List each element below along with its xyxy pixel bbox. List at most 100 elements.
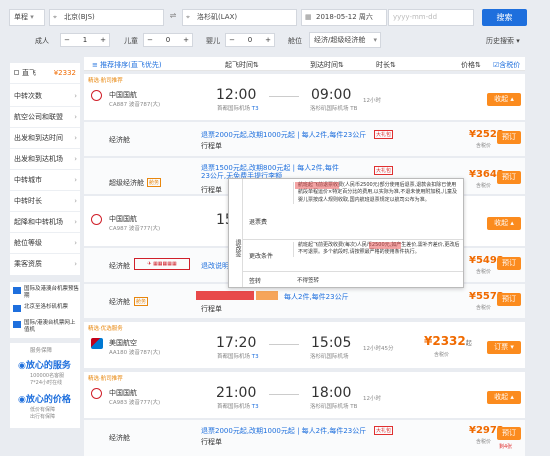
cabin-select[interactable]: 经济/超级经济舱 ▾: [309, 32, 381, 48]
search-button[interactable]: 搜索: [482, 9, 527, 26]
flight-tag: 精选·优选服务: [88, 326, 123, 332]
duration: 12小时: [363, 396, 381, 402]
book-label: 预订: [502, 429, 516, 437]
collapse-label: 收起: [494, 219, 509, 227]
sort-arrow-icon: ⇅: [253, 61, 259, 69]
adult-stepper[interactable]: − 1 +: [60, 33, 110, 47]
sort-arrive-label: 到达时间: [310, 61, 338, 69]
sort-arrow-icon: ⇅: [390, 61, 396, 69]
refund-explain-link[interactable]: 退改说明: [201, 261, 229, 271]
chevron-up-icon: ▴: [510, 219, 514, 227]
sort-recommend[interactable]: ≡ 推荐排序(直飞优先): [92, 60, 162, 70]
chevron-up-icon: ▴: [510, 95, 514, 103]
to-city-input[interactable]: ⌖ 洛杉矶(LAX): [182, 9, 297, 26]
air-china-logo-icon: [91, 90, 102, 101]
arrive-time: 09:00: [311, 87, 352, 103]
minus-icon[interactable]: −: [226, 36, 238, 44]
book-button[interactable]: 预订: [497, 131, 521, 144]
filter-cabin-class[interactable]: 舱位等级 ›: [10, 233, 80, 254]
chevron-down-icon: ▾: [373, 36, 377, 44]
promo-link[interactable]: 国际/港澳台机票网上值机: [13, 320, 79, 338]
cabin-label: 舱位: [288, 37, 302, 45]
history-search-link[interactable]: 历史搜索 ▾: [486, 36, 520, 46]
filter-label: 中转城市: [14, 176, 42, 184]
tax-note: 含税价: [476, 183, 492, 189]
svc2-sub1: 低价有保障: [30, 407, 56, 413]
plus-icon[interactable]: +: [180, 36, 192, 44]
book-button[interactable]: 预订: [497, 257, 521, 270]
arrive-terminal: TB: [350, 106, 358, 112]
airline-name: 中国国航: [109, 389, 137, 397]
tax-note: 含税价: [476, 439, 492, 445]
fare-row: 经济舱 退票2000元起,改期1000元起 | 每人2件,每件23公斤 大礼包 …: [84, 420, 525, 456]
chevron-down-icon: ▾: [516, 37, 520, 45]
ticket-icon: [13, 287, 21, 294]
collapse-button[interactable]: 收起 ▴: [487, 93, 521, 106]
filter-passenger-type[interactable]: 乘客资质 ›: [10, 254, 80, 275]
filter-transfer-duration[interactable]: 中转时长 ›: [10, 191, 80, 212]
sort-arrive[interactable]: 到达时间⇅: [310, 60, 344, 70]
flight-tag: 精选·航司推荐: [88, 376, 123, 382]
book-button[interactable]: 预订: [497, 171, 521, 184]
book-label: 预订: [502, 295, 516, 303]
filter-times[interactable]: 出发和到达时间 ›: [10, 128, 80, 149]
filter-direct[interactable]: 直飞 ¥2332: [10, 63, 80, 84]
sort-arrow-icon: ⇅: [475, 61, 481, 69]
depart-date-input[interactable]: ▦ 2018-05-12 周六: [301, 9, 387, 26]
infant-stepper[interactable]: − 0 +: [225, 33, 275, 47]
depart-terminal: T3: [251, 106, 259, 112]
plus-icon[interactable]: +: [97, 36, 109, 44]
chevron-right-icon: ›: [74, 92, 77, 100]
swap-icon[interactable]: ⇌: [166, 11, 180, 24]
from-city-input[interactable]: ⌖ 北京(BJS): [49, 9, 164, 26]
filter-transfer-city[interactable]: 中转城市 ›: [10, 170, 80, 191]
svc2-label: 放心的价格: [25, 395, 71, 405]
sort-depart[interactable]: 起飞时间⇅: [225, 60, 259, 70]
arrive-airport: 洛杉矶国际机场: [310, 352, 349, 360]
itinerary-label: 行程单: [201, 305, 222, 313]
shield-icon: ◉: [18, 361, 26, 371]
gift-badge: 大礼包: [374, 130, 394, 139]
checkbox[interactable]: [14, 70, 19, 75]
collapse-button[interactable]: 收起 ▴: [487, 217, 521, 230]
book-button[interactable]: 订票 ▾: [487, 341, 521, 354]
chevron-down-icon: ▾: [30, 13, 34, 21]
filter-airline[interactable]: 航空公司和联盟 ›: [10, 107, 80, 128]
trip-type-select[interactable]: 单程 ▾: [9, 9, 45, 26]
filter-transfer-count[interactable]: 中转次数 ›: [10, 86, 80, 107]
plus-icon[interactable]: +: [262, 36, 274, 44]
arrive-airport-name: 洛杉矶国际机场: [310, 354, 349, 360]
calendar-icon: ▦: [305, 13, 312, 21]
minus-icon[interactable]: −: [61, 36, 73, 44]
sort-price[interactable]: 价格⇅: [461, 60, 481, 70]
svc1-sub2: 7*24小时在线: [30, 380, 63, 386]
service-title: 服务保障: [30, 348, 53, 354]
book-button[interactable]: 预订: [497, 293, 521, 306]
filter-airports[interactable]: 出发和到达机场 ›: [10, 149, 80, 170]
child-stepper[interactable]: − 0 +: [143, 33, 193, 47]
chevron-right-icon: ›: [74, 134, 77, 142]
collapse-button[interactable]: 收起 ▴: [487, 391, 521, 404]
refund-rule[interactable]: 退票2000元起,改期1000元起 | 每人2件,每件23公斤: [201, 426, 366, 436]
arrive-airport-name: 洛杉矶国际机场: [310, 404, 349, 410]
filter-transfer-airports[interactable]: 起降和中转机场 ›: [10, 212, 80, 233]
shield-icon: ◉: [18, 395, 26, 405]
cabin-name: 超级经济舱: [109, 179, 144, 187]
minus-icon[interactable]: −: [144, 36, 156, 44]
search-button-label: 搜索: [496, 13, 513, 22]
price-heading: ◉放心的价格: [18, 392, 71, 405]
refund-rule[interactable]: 退票2000元起,改期1000元起 | 每人2件,每件23公斤: [201, 130, 366, 140]
filter-direct-price: ¥2332: [53, 69, 76, 77]
service-heading: ◉放心的服务: [18, 358, 71, 371]
refund-rules-popup: 退改签 退票费 航班起飞前退票收费(人民币2500元)部分使用后退票,退款会扣除…: [228, 178, 464, 288]
tax-note: 含税价: [434, 352, 450, 358]
to-city-value: 洛杉矶(LAX): [197, 13, 238, 21]
sort-duration[interactable]: 时长⇅: [376, 60, 396, 70]
return-date-input[interactable]: yyyy-mm-dd: [388, 9, 474, 26]
filter-label: 中转次数: [14, 92, 42, 100]
gift-badge: 大礼包: [374, 426, 394, 435]
svc1-label: 放心的服务: [25, 361, 71, 371]
book-button[interactable]: 预订: [497, 427, 521, 440]
tax-toggle[interactable]: ☑含税价: [493, 60, 520, 70]
promo-link[interactable]: 国际及港澳台机票预售期: [13, 286, 79, 304]
